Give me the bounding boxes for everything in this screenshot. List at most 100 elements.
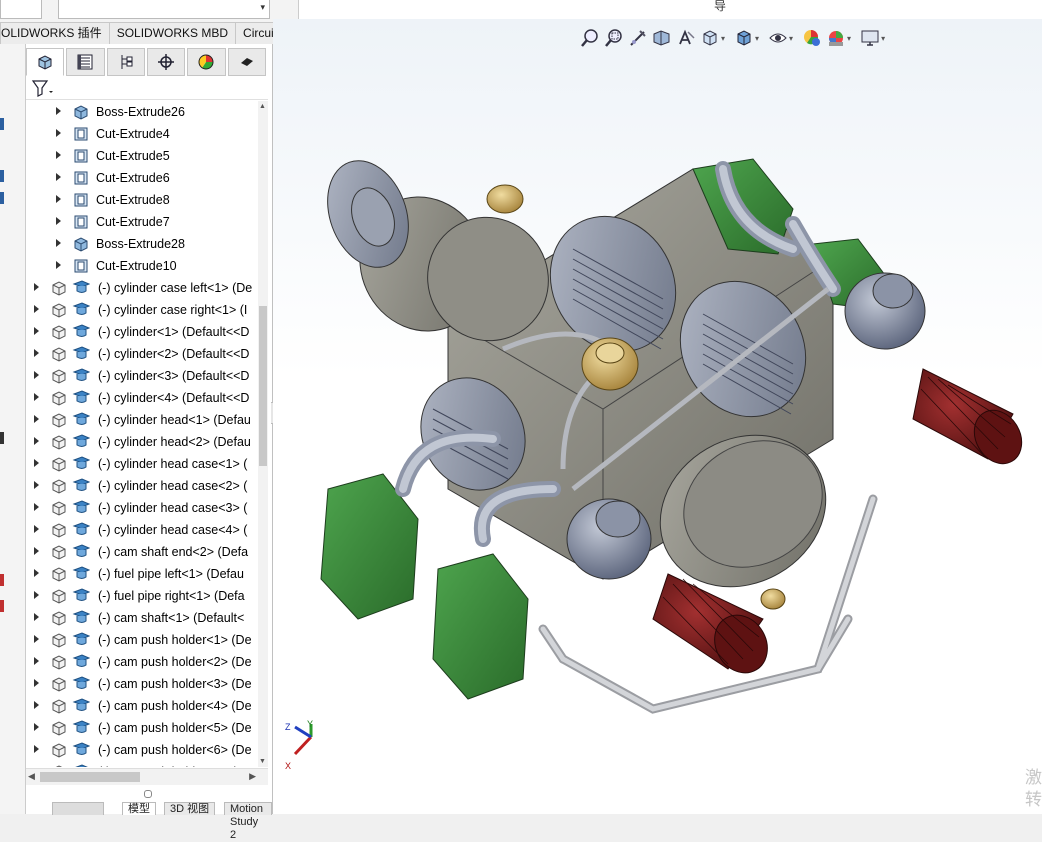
tree-row-component[interactable]: (-) cylinder<1> (Default<<D [26,321,258,343]
scroll-up-icon[interactable]: ▲ [259,103,266,110]
panel-splitter[interactable] [144,790,152,798]
tree-vertical-scrollbar[interactable]: ▲ ▼ [258,101,268,767]
tree-row-component[interactable]: (-) fuel pipe right<1> (Defa [26,585,258,607]
tree-row-component[interactable]: (-) cylinder head<1> (Defau [26,409,258,431]
tab-scroll-arrows[interactable] [52,802,104,815]
tree-row-feature[interactable]: Boss-Extrude26 [26,101,258,123]
tree-row-component[interactable]: (-) cam push holder<1> (De [26,629,258,651]
tree-row-label: (-) cam push holder<6> (De [98,743,252,757]
tree-row-label: Cut-Extrude5 [96,149,170,163]
top-field-left[interactable] [0,0,42,19]
tree-row-label: (-) cylinder head case<2> ( [98,479,248,493]
tree-row-component[interactable]: (-) cylinder head case<2> ( [26,475,258,497]
expand-arrow-icon[interactable] [34,349,39,357]
tree-row-component[interactable]: (-) cam shaft end<2> (Defa [26,541,258,563]
scroll-down-icon[interactable]: ▼ [259,758,266,765]
tree-row-feature[interactable]: Cut-Extrude6 [26,167,258,189]
expand-arrow-icon[interactable] [34,547,39,555]
top-field-right[interactable]: 导 [298,0,1042,20]
expand-arrow-icon[interactable] [56,173,61,181]
expand-arrow-icon[interactable] [34,393,39,401]
scroll-left-icon[interactable]: ◀ [28,771,35,782]
expand-arrow-icon[interactable] [34,503,39,511]
expand-arrow-icon[interactable] [56,239,61,247]
tab-model[interactable]: 模型 [122,802,156,815]
cut-extrude-icon [72,258,90,277]
property-manager-icon[interactable] [66,48,105,76]
feature-tree-icon[interactable] [26,48,65,76]
expand-arrow-icon[interactable] [34,657,39,665]
expand-arrow-icon[interactable] [34,569,39,577]
tree-row-feature[interactable]: Cut-Extrude5 [26,145,258,167]
expand-arrow-icon[interactable] [34,371,39,379]
tree-row-component[interactable]: (-) cylinder<3> (Default<<D [26,365,258,387]
part-component-icon [50,610,91,629]
configuration-manager-icon[interactable] [106,48,145,76]
expand-arrow-icon[interactable] [34,481,39,489]
tree-row-feature[interactable]: Cut-Extrude4 [26,123,258,145]
chevron-down-icon[interactable]: ▾ [260,2,265,13]
expand-arrow-icon[interactable] [34,459,39,467]
expand-arrow-icon[interactable] [34,591,39,599]
tree-row-feature[interactable]: Boss-Extrude28 [26,233,258,255]
tree-row-label: (-) cylinder<3> (Default<<D [98,369,250,383]
tree-row-component[interactable]: (-) fuel pipe left<1> (Defau [26,563,258,585]
expand-arrow-icon[interactable] [56,129,61,137]
scroll-thumb[interactable] [259,306,267,466]
expand-arrow-icon[interactable] [34,613,39,621]
tree-row-component[interactable]: (-) cylinder head case<3> ( [26,497,258,519]
expand-arrow-icon[interactable] [34,437,39,445]
expand-arrow-icon[interactable] [34,701,39,709]
tree-row-feature[interactable]: Cut-Extrude10 [26,255,258,277]
tree-row-feature[interactable]: Cut-Extrude8 [26,189,258,211]
tree-row-component[interactable]: (-) cam push holder<4> (De [26,695,258,717]
graphics-viewport[interactable]: ▾ ▾ ▾ ▾ ▾ Y X Z 激 转 [273,19,1042,814]
expand-arrow-icon[interactable] [34,305,39,313]
display-manager-icon[interactable] [187,48,226,76]
tree-row-label: (-) cam push holder<3> (De [98,677,252,691]
tree-row-component[interactable]: (-) cam shaft<1> (Default< [26,607,258,629]
scroll-right-icon[interactable]: ▶ [249,771,256,782]
tree-row-component[interactable]: (-) cam push holder<6> (De [26,739,258,761]
cam-icon[interactable] [227,48,266,76]
tree-row-component[interactable]: (-) cam push holder<3> (De [26,673,258,695]
expand-arrow-icon[interactable] [56,261,61,269]
expand-arrow-icon[interactable] [34,723,39,731]
tree-horizontal-scrollbar[interactable]: ◀ ▶ [26,768,268,785]
tree-row-component[interactable]: (-) cam push holder<5> (De [26,717,258,739]
tree-row-component[interactable]: (-) cylinder head<2> (Defau [26,431,258,453]
tree-row-component[interactable]: (-) cam push holder<2> (De [26,651,258,673]
tree-row-feature[interactable]: Cut-Extrude7 [26,211,258,233]
expand-arrow-icon[interactable] [34,679,39,687]
expand-arrow-icon[interactable] [56,107,61,115]
tab-solidworks-addins[interactable]: OLIDWORKS 插件 [0,22,110,45]
filter-row [26,77,268,100]
tree-row-label: Cut-Extrude6 [96,171,170,185]
tree-row-component[interactable]: (-) cylinder case right<1> (I [26,299,258,321]
expand-arrow-icon[interactable] [56,195,61,203]
tree-row-component[interactable]: (-) cylinder<2> (Default<<D [26,343,258,365]
expand-arrow-icon[interactable] [56,151,61,159]
top-dropdown[interactable]: ▾ [58,0,270,19]
tree-row-component[interactable]: (-) cylinder case left<1> (De [26,277,258,299]
expand-arrow-icon[interactable] [56,217,61,225]
dimxpert-icon[interactable] [146,48,186,76]
tab-3d-views[interactable]: 3D 视图 [164,802,216,815]
tree-row-component[interactable]: (-) cylinder<4> (Default<<D [26,387,258,409]
expand-arrow-icon[interactable] [34,525,39,533]
tab-motion-study[interactable]: Motion Study 2 [224,802,272,841]
tab-solidworks-mbd[interactable]: SOLIDWORKS MBD [108,22,237,45]
tree-row-label: (-) cam push holder<7> (D [98,765,245,767]
scroll-thumb[interactable] [40,772,140,782]
boss-extrude-icon [72,104,90,123]
expand-arrow-icon[interactable] [34,283,39,291]
engine-assembly-model[interactable]: Y X Z [273,19,1042,814]
tree-row-component[interactable]: (-) cam push holder<7> (D [26,761,258,767]
filter-icon[interactable] [31,79,53,100]
tree-row-component[interactable]: (-) cylinder head case<4> ( [26,519,258,541]
expand-arrow-icon[interactable] [34,635,39,643]
tree-row-component[interactable]: (-) cylinder head case<1> ( [26,453,258,475]
expand-arrow-icon[interactable] [34,327,39,335]
expand-arrow-icon[interactable] [34,415,39,423]
expand-arrow-icon[interactable] [34,745,39,753]
